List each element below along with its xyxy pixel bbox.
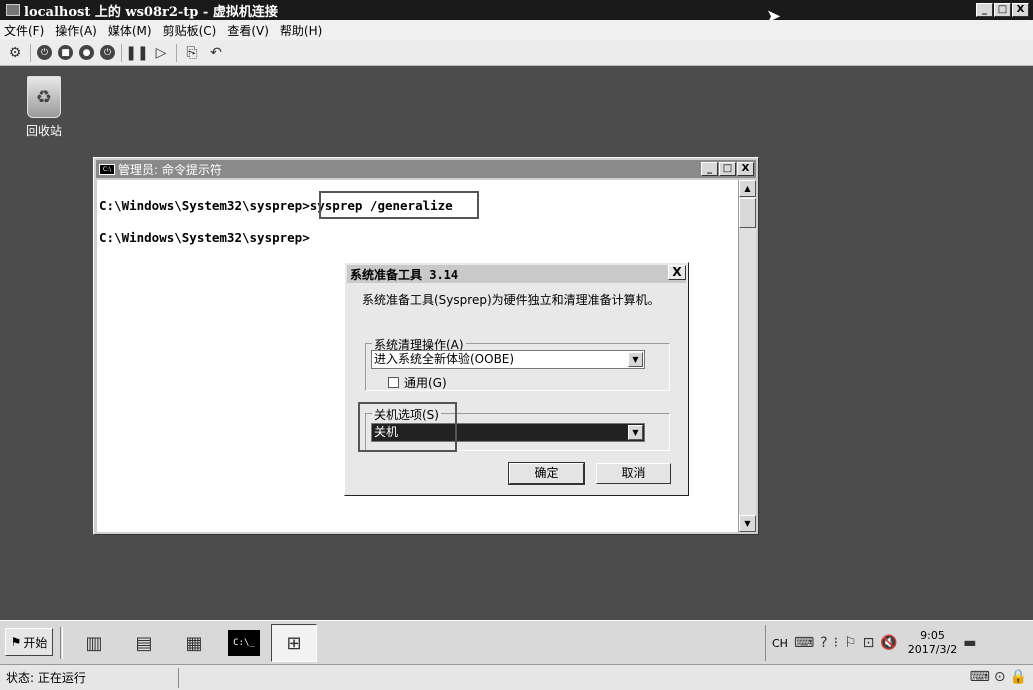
cmd-window-controls: _ □ X [701, 162, 754, 176]
recycle-bin-icon: ♻ [27, 76, 61, 118]
recycle-bin-label: 回收站 [25, 124, 62, 138]
tray-expand-icon[interactable]: ⁝ [834, 635, 838, 651]
shutdown-highlight-box [358, 402, 457, 452]
menu-help[interactable]: 帮助(H) [280, 22, 322, 39]
scroll-up-icon[interactable]: ▲ [739, 180, 756, 197]
cleanup-action-value: 进入系统全新体验(OOBE) [374, 352, 515, 366]
start-label: 开始 [23, 635, 48, 650]
generalize-checkbox[interactable] [388, 377, 399, 388]
menu-view[interactable]: 查看(V) [227, 22, 269, 39]
host-window-title: localhost 上的 ws08r2-tp - 虚拟机连接 [24, 4, 278, 20]
ok-button[interactable]: 确定 [508, 462, 585, 485]
host-menubar: 文件(F) 操作(A) 媒体(M) 剪贴板(C) 查看(V) 帮助(H) [0, 20, 1033, 40]
turn-off-icon[interactable]: ■ [58, 45, 73, 60]
chevron-down-icon[interactable]: ▼ [628, 352, 643, 367]
generalize-checkbox-row[interactable]: 通用(G) [388, 374, 447, 391]
cmd-icon: C:\_ [228, 630, 260, 656]
toolbar-separator [176, 43, 177, 62]
cmd-title: 管理员: 命令提示符 [118, 162, 222, 177]
taskbar: ⚑ 开始 ▥ ▤ ▦ C:\_ ⊞ CH ⌨ ? ⁝ ⚐ ⊡ 🔇 9:05 20… [0, 620, 1033, 664]
help-icon[interactable]: ? [820, 635, 827, 651]
windows-flag-icon: ⚑ [10, 635, 22, 649]
clock-date: 2017/3/2 [907, 643, 958, 656]
menu-action[interactable]: 操作(A) [55, 22, 97, 39]
statusbar-separator [178, 668, 179, 688]
sysprep-title: 系统准备工具 3.14 [350, 267, 459, 282]
menu-clipboard[interactable]: 剪贴板(C) [163, 22, 217, 39]
sysprep-titlebar: 系统准备工具 3.14 [347, 265, 686, 283]
control-panel-icon: ▦ [185, 632, 203, 654]
language-indicator[interactable]: CH [772, 637, 788, 650]
start-vm-icon[interactable]: ⏻ [37, 45, 52, 60]
host-titlebar: localhost 上的 ws08r2-tp - 虚拟机连接 _ □ X [0, 0, 1033, 20]
cmd-titlebar: C:\ 管理员: 命令提示符 _ □ X [96, 160, 756, 178]
cmd-maximize-button[interactable]: □ [719, 162, 736, 176]
menu-file[interactable]: 文件(F) [4, 22, 44, 39]
network-icon: ⊞ [286, 632, 302, 654]
resume-icon[interactable]: ▷ [152, 44, 170, 62]
vm-connection-icon [6, 4, 20, 16]
cmd-prompt: C:\Windows\System32\sysprep> [99, 230, 310, 245]
status-icons: ⌨ ⊙ 🔒 [970, 669, 1027, 685]
keyboard-status-icon: ⌨ [969, 669, 990, 685]
chevron-down-icon[interactable]: ▼ [628, 425, 643, 440]
start-button[interactable]: ⚑ 开始 [5, 628, 53, 656]
clock-time: 9:05 [920, 629, 945, 642]
server-manager-icon: ▥ [85, 632, 103, 654]
show-desktop-icon[interactable]: ▬ [963, 635, 976, 651]
sysprep-description: 系统准备工具(Sysprep)为硬件独立和清理准备计算机。 [362, 293, 660, 307]
cmd-scrollbar[interactable]: ▲ ▼ [738, 180, 756, 532]
host-maximize-button[interactable]: □ [994, 3, 1011, 17]
save-state-icon[interactable]: ⏻ [100, 45, 115, 60]
toolbar-separator [30, 43, 31, 62]
cmd-close-button[interactable]: X [737, 162, 754, 176]
scroll-thumb[interactable] [739, 198, 756, 228]
command-highlight-box [319, 191, 479, 219]
volume-muted-icon[interactable]: 🔇 [880, 635, 897, 651]
taskbar-control-panel[interactable]: ▦ [171, 624, 217, 662]
cmd-minimize-button[interactable]: _ [701, 162, 718, 176]
snapshot-icon[interactable]: ⎘ [183, 44, 201, 62]
taskbar-sysprep[interactable]: ⊞ [271, 624, 317, 662]
mouse-status-icon: ⊙ [993, 669, 1006, 685]
action-center-flag-icon[interactable]: ⚐ [844, 635, 857, 651]
scroll-down-icon[interactable]: ▼ [739, 515, 756, 532]
vm-status: 状态: 正在运行 [6, 671, 86, 685]
host-minimize-button[interactable]: _ [976, 3, 993, 17]
taskbar-cmd[interactable]: C:\_ [221, 624, 267, 662]
revert-icon[interactable]: ↶ [207, 44, 225, 62]
generalize-label: 通用(G) [404, 376, 447, 390]
cancel-button[interactable]: 取消 [596, 463, 671, 484]
cleanup-action-select[interactable]: 进入系统全新体验(OOBE) ▼ [371, 350, 645, 369]
lock-icon: 🔒 [1009, 669, 1027, 685]
keyboard-icon[interactable]: ⌨ [794, 635, 814, 651]
pause-icon[interactable]: ❚❚ [125, 44, 148, 62]
shut-down-icon[interactable]: ● [79, 45, 94, 60]
clock[interactable]: 9:05 2017/3/2 [908, 629, 957, 657]
ctrl-alt-del-icon[interactable]: ⚙ [6, 44, 24, 62]
taskbar-server-manager[interactable]: ▥ [71, 624, 117, 662]
cmd-prompt: C:\Windows\System32\sysprep> [99, 198, 310, 213]
network-tray-icon[interactable]: ⊡ [863, 635, 875, 651]
folder-icon: ▤ [135, 632, 153, 654]
cmd-line-2: C:\Windows\System32\sysprep> [99, 230, 310, 245]
host-close-button[interactable]: X [1012, 3, 1029, 17]
toolbar-separator [121, 43, 122, 62]
host-statusbar: 状态: 正在运行 ⌨ ⊙ 🔒 [0, 664, 1033, 690]
host-window-controls: _ □ X [976, 3, 1029, 17]
recycle-bin[interactable]: ♻ 回收站 [18, 76, 70, 139]
taskbar-separator [60, 627, 63, 659]
cleanup-action-group: 系统清理操作(A) 进入系统全新体验(OOBE) ▼ 通用(G) [365, 336, 670, 391]
sysprep-close-button[interactable]: X [668, 265, 686, 280]
system-tray: CH ⌨ ? ⁝ ⚐ ⊡ 🔇 9:05 2017/3/2 ▬ [765, 625, 1033, 661]
host-toolbar: ⚙ ⏻ ■ ● ⏻ ❚❚ ▷ ⎘ ↶ [0, 40, 1033, 66]
cmd-icon: C:\ [99, 163, 115, 175]
sysprep-dialog: 系统准备工具 3.14 X 系统准备工具(Sysprep)为硬件独立和清理准备计… [344, 262, 689, 496]
taskbar-explorer[interactable]: ▤ [121, 624, 167, 662]
menu-media[interactable]: 媒体(M) [108, 22, 152, 39]
